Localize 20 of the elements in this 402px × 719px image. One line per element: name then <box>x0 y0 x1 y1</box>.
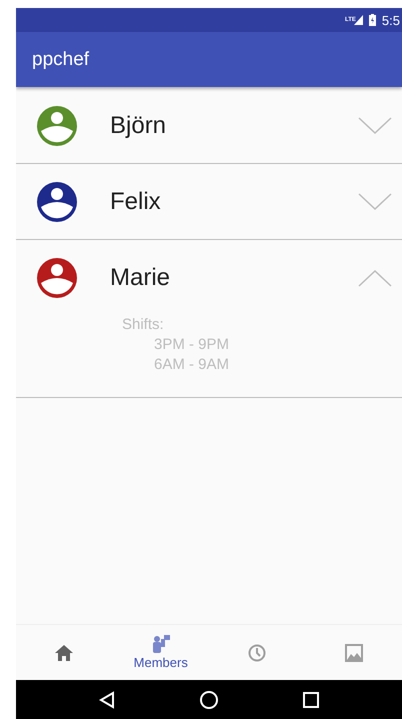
people-icon <box>152 635 170 653</box>
nav-tab[interactable]: Members <box>112 625 209 680</box>
chevron-down-icon[interactable] <box>358 192 392 210</box>
member-name: Felix <box>110 188 162 216</box>
chevron-down-icon[interactable] <box>358 116 392 134</box>
shift-time: 3PM - 9PM <box>154 335 230 355</box>
recents-icon[interactable] <box>303 692 320 708</box>
member-name: Björn <box>110 112 168 140</box>
app-title: ppchef <box>32 48 90 70</box>
home-icon <box>55 644 74 660</box>
battery-icon <box>368 14 376 26</box>
back-icon[interactable] <box>98 690 115 708</box>
home-circle-icon[interactable] <box>200 690 218 708</box>
member-name: Marie <box>110 264 172 292</box>
chevron-up-icon[interactable] <box>358 268 392 286</box>
clock-icon <box>248 644 266 662</box>
shifts-label: Shifts: <box>122 315 165 335</box>
shift-time: 6AM - 9AM <box>154 355 230 375</box>
image-icon <box>344 644 363 662</box>
clock-time: 5:5 <box>382 12 400 28</box>
